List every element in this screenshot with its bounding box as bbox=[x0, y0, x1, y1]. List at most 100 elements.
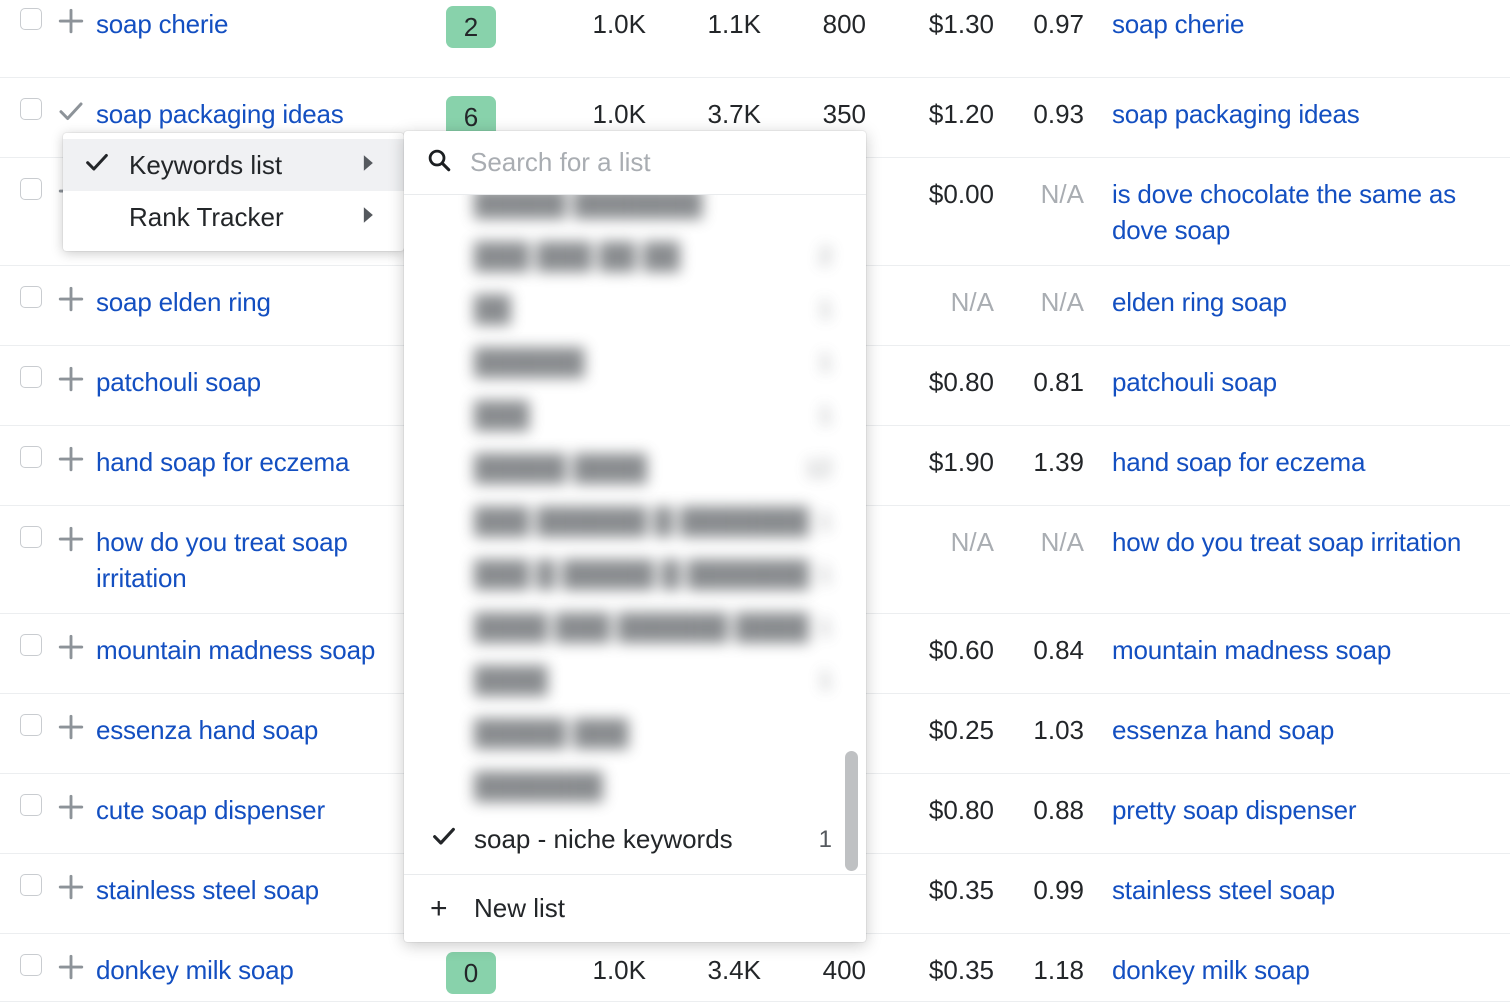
list-item[interactable]: █████ ███ bbox=[404, 707, 866, 760]
list-item-count: 1 bbox=[809, 296, 832, 324]
row-checkbox-cell bbox=[0, 872, 46, 896]
row-checkbox[interactable] bbox=[20, 794, 42, 816]
plus-icon[interactable] bbox=[56, 712, 86, 747]
parent-topic-link[interactable]: donkey milk soap bbox=[1112, 952, 1310, 988]
add-to-context-menu: Keywords listRank Tracker bbox=[63, 133, 404, 251]
list-item[interactable]: █████ ████12 bbox=[404, 442, 866, 495]
row-checkbox[interactable] bbox=[20, 178, 42, 200]
list-item[interactable]: ██████1 bbox=[404, 336, 866, 389]
row-checkbox-cell bbox=[0, 364, 46, 388]
parent-topic-cell: hand soap for eczema bbox=[1084, 444, 1510, 480]
list-item[interactable]: ███████ bbox=[404, 760, 866, 813]
row-checkbox[interactable] bbox=[20, 526, 42, 548]
parent-topic-link[interactable]: pretty soap dispenser bbox=[1112, 792, 1356, 828]
keyword-link[interactable]: soap cherie bbox=[96, 6, 228, 42]
plus-icon[interactable] bbox=[56, 524, 86, 559]
row-checkbox[interactable] bbox=[20, 714, 42, 736]
parent-topic-link[interactable]: essenza hand soap bbox=[1112, 712, 1334, 748]
add-to-list-cell bbox=[46, 632, 96, 667]
row-checkbox[interactable] bbox=[20, 954, 42, 976]
keyword-link[interactable]: how do you treat soap irritation bbox=[96, 524, 408, 596]
list-item[interactable]: █████ ███████ bbox=[404, 195, 866, 230]
parent-topic-link[interactable]: soap cherie bbox=[1112, 6, 1244, 42]
volume-cell: 1.0K bbox=[526, 96, 646, 132]
plus-icon[interactable] bbox=[56, 284, 86, 319]
status-badge: 0 bbox=[446, 952, 496, 994]
search-icon bbox=[426, 147, 452, 178]
parent-topic-link[interactable]: mountain madness soap bbox=[1112, 632, 1391, 668]
keyword-link[interactable]: essenza hand soap bbox=[96, 712, 318, 748]
plus-icon[interactable] bbox=[56, 872, 86, 907]
list-item[interactable]: ███1 bbox=[404, 389, 866, 442]
keyword-link[interactable]: soap packaging ideas bbox=[96, 96, 344, 132]
new-list-button[interactable]: + New list bbox=[404, 874, 866, 942]
parent-topic-cell: mountain madness soap bbox=[1084, 632, 1510, 668]
list-items: █████ ██████████ ███ ██ ██2██1██████1███… bbox=[404, 195, 866, 866]
list-item-count: 1 bbox=[809, 561, 832, 589]
keywords-explorer-screen: soap cherie21.0K1.1K800$1.300.97soap che… bbox=[0, 0, 1510, 1002]
parent-topic-link[interactable]: elden ring soap bbox=[1112, 284, 1287, 320]
keyword-link[interactable]: soap elden ring bbox=[96, 284, 271, 320]
context-menu-item-rank-tracker[interactable]: Rank Tracker bbox=[63, 191, 404, 243]
row-checkbox[interactable] bbox=[20, 446, 42, 468]
cps-cell: 0.84 bbox=[994, 632, 1084, 668]
parent-topic-link[interactable]: soap packaging ideas bbox=[1112, 96, 1360, 132]
plus-icon[interactable] bbox=[56, 444, 86, 479]
list-item-selected[interactable]: soap - niche keywords1 bbox=[404, 813, 866, 866]
cpc-cell: $1.20 bbox=[866, 96, 994, 132]
row-checkbox[interactable] bbox=[20, 286, 42, 308]
parent-topic-link[interactable]: patchouli soap bbox=[1112, 364, 1277, 400]
plus-icon[interactable] bbox=[56, 952, 86, 987]
check-icon[interactable] bbox=[56, 96, 86, 131]
parent-topic-cell: soap packaging ideas bbox=[1084, 96, 1510, 132]
parent-topic-link[interactable]: is dove chocolate the same as dove soap bbox=[1112, 176, 1494, 248]
context-menu-item-keywords-list[interactable]: Keywords list bbox=[63, 139, 404, 191]
parent-topic-link[interactable]: hand soap for eczema bbox=[1112, 444, 1365, 480]
list-scrollbar-thumb[interactable] bbox=[845, 751, 858, 871]
keyword-cell: hand soap for eczema bbox=[96, 444, 416, 480]
list-item-name: █████ ███ bbox=[474, 718, 822, 749]
row-checkbox[interactable] bbox=[20, 634, 42, 656]
parent-topic-cell: soap cherie bbox=[1084, 6, 1510, 42]
list-item-count: 1 bbox=[809, 402, 832, 430]
list-item-name: ███ █ █████ █ ████████ bbox=[474, 559, 809, 590]
row-checkbox-cell bbox=[0, 444, 46, 468]
add-to-list-cell bbox=[46, 872, 96, 907]
keyword-link[interactable]: hand soap for eczema bbox=[96, 444, 349, 480]
list-item[interactable]: ██1 bbox=[404, 283, 866, 336]
keyword-link[interactable]: donkey milk soap bbox=[96, 952, 294, 988]
keyword-cell: cute soap dispenser bbox=[96, 792, 416, 828]
cpc-cell: $1.30 bbox=[866, 6, 994, 42]
keyword-link[interactable]: patchouli soap bbox=[96, 364, 261, 400]
list-item[interactable]: ███ ███ ██ ██2 bbox=[404, 230, 866, 283]
list-item[interactable]: ███ ██████ █ ███████1 bbox=[404, 495, 866, 548]
keyword-cell: soap cherie bbox=[96, 6, 416, 42]
cps-cell: 0.88 bbox=[994, 792, 1084, 828]
list-item[interactable]: ████1 bbox=[404, 654, 866, 707]
list-item[interactable]: ███ █ █████ █ ████████1 bbox=[404, 548, 866, 601]
row-checkbox[interactable] bbox=[20, 8, 42, 30]
parent-topic-link[interactable]: stainless steel soap bbox=[1112, 872, 1335, 908]
list-search-input[interactable] bbox=[468, 146, 848, 179]
row-checkbox[interactable] bbox=[20, 366, 42, 388]
keyword-link[interactable]: mountain madness soap bbox=[96, 632, 375, 668]
keyword-link[interactable]: cute soap dispenser bbox=[96, 792, 325, 828]
table-row[interactable]: soap cherie21.0K1.1K800$1.300.97soap che… bbox=[0, 0, 1510, 78]
table-row[interactable]: donkey milk soap01.0K3.4K400$0.351.18don… bbox=[0, 934, 1510, 1002]
list-item-name: ████ ███ ██████ ████ bbox=[474, 612, 809, 643]
keyword-cell: patchouli soap bbox=[96, 364, 416, 400]
keyword-link[interactable]: stainless steel soap bbox=[96, 872, 319, 908]
row-checkbox-cell bbox=[0, 952, 46, 976]
plus-icon[interactable] bbox=[56, 632, 86, 667]
plus-icon[interactable] bbox=[56, 6, 86, 41]
list-scrollbar[interactable] bbox=[845, 195, 858, 874]
parent-topic-cell: stainless steel soap bbox=[1084, 872, 1510, 908]
plus-icon[interactable] bbox=[56, 364, 86, 399]
row-checkbox[interactable] bbox=[20, 98, 42, 120]
parent-topic-link[interactable]: how do you treat soap irritation bbox=[1112, 524, 1461, 560]
plus-icon[interactable] bbox=[56, 792, 86, 827]
row-checkbox-cell bbox=[0, 6, 46, 30]
row-checkbox[interactable] bbox=[20, 874, 42, 896]
list-item[interactable]: ████ ███ ██████ ████1 bbox=[404, 601, 866, 654]
cpc-cell: $0.80 bbox=[866, 792, 994, 828]
